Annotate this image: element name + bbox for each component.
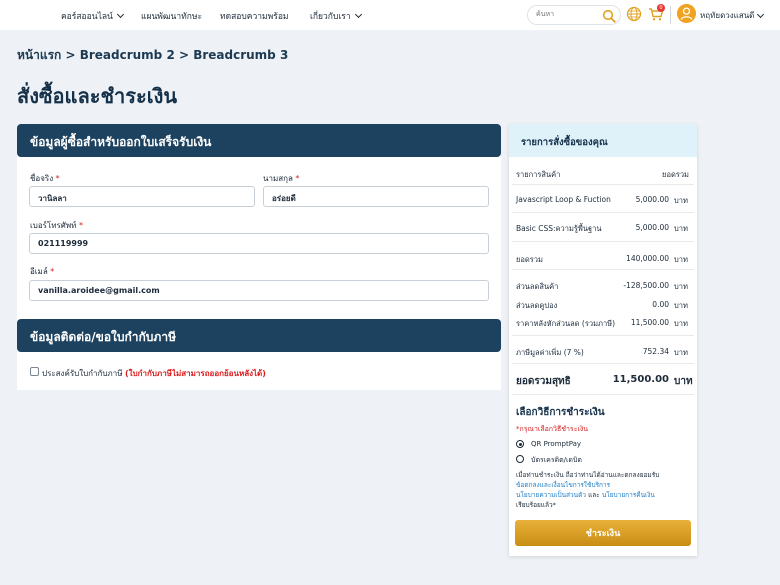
- nav-item-skill-plan[interactable]: แผนพัฒนาทักษะ: [141, 9, 202, 23]
- tax-invoice-label-text: ประสงค์รับใบกำกับภาษี: [42, 369, 123, 378]
- required-mark: *: [78, 221, 83, 230]
- search-input[interactable]: [536, 10, 596, 18]
- order-item-amount: 5,000.00: [635, 195, 669, 204]
- column-header-total: ยอดรวม: [662, 170, 689, 179]
- divider: [512, 241, 694, 242]
- tax-section-title: ข้อมูลติดต่อ/ขอใบกำกับภาษี: [30, 330, 176, 344]
- last-name-label: นามสกุล *: [263, 172, 299, 185]
- payment-method-title: เลือกวิธีการชำระเงิน: [516, 407, 605, 418]
- after-discount-value: 11,500.00: [630, 318, 669, 327]
- coupon-discount-label: ส่วนลดคูปอง: [516, 301, 558, 310]
- vat-value: 752.34: [642, 347, 669, 356]
- currency-unit: บาท: [674, 255, 688, 264]
- email-label: อีเมล์ *: [30, 265, 54, 278]
- phone-field[interactable]: 021119999: [29, 233, 489, 254]
- phone-label-text: เบอร์โทรศัพท์: [30, 221, 77, 230]
- nav-item-courses[interactable]: คอร์สออนไลน์: [61, 9, 124, 23]
- cart-badge: 0: [657, 4, 665, 12]
- coupon-discount-value: 0.00: [652, 300, 669, 309]
- product-discount-label: ส่วนลดสินค้า: [516, 282, 559, 291]
- email-field[interactable]: vanilla.aroidee@gmail.com: [29, 280, 489, 301]
- nav-item-label: เกี่ยวกับเรา: [310, 12, 351, 22]
- nav-item-readiness-test[interactable]: ทดสอบความพร้อม: [220, 9, 289, 23]
- breadcrumb[interactable]: หน้าแรก > Breadcrumb 2 > Breadcrumb 3: [17, 46, 288, 65]
- terms-of-service-link[interactable]: ข้อตกลงและเงื่อนไขการใช้บริการ: [516, 481, 610, 489]
- order-summary-title: รายการสั่งซื้อของคุณ: [521, 137, 608, 148]
- payment-terms: เมื่อท่านชำระเงิน ถือว่าท่านได้อ่านและตก…: [516, 470, 694, 510]
- terms-text: และ: [588, 491, 600, 499]
- terms-text: เรียบร้อยแล้ว*: [516, 501, 556, 509]
- divider: [512, 335, 694, 336]
- payment-method-hint: *กรุณาเลือกวิธีชำระเงิน: [516, 425, 589, 433]
- nav-divider: [670, 6, 671, 24]
- tax-section-header: ข้อมูลติดต่อ/ขอใบกำกับภาษี: [17, 319, 501, 352]
- terms-text: เมื่อท่านชำระเงิน ถือว่าท่านได้อ่านและตก…: [516, 471, 660, 479]
- payment-option-qr-radio[interactable]: [516, 440, 524, 448]
- product-discount-value: -128,500.00: [623, 281, 669, 290]
- order-item-amount: 5,000.00: [635, 223, 669, 232]
- column-header-item: รายการสินค้า: [516, 170, 561, 179]
- required-mark: *: [55, 174, 60, 183]
- net-total-label: ยอดรวมสุทธิ: [516, 376, 571, 387]
- privacy-policy-link[interactable]: นโยบายความเป็นส่วนตัว: [516, 491, 586, 499]
- billing-section-title: ข้อมูลผู้ซื้อสำหรับออกใบเสร็จรับเงิน: [30, 135, 212, 149]
- chevron-down-icon: [757, 10, 765, 18]
- divider: [512, 184, 694, 185]
- last-name-label-text: นามสกุล: [263, 174, 293, 183]
- order-summary-header: รายการสั่งซื้อของคุณ: [509, 124, 697, 157]
- first-name-label-text: ชื่อจริง: [30, 174, 54, 183]
- payment-option-card-radio[interactable]: [516, 455, 524, 463]
- subtotal-value: 140,000.00: [626, 254, 669, 263]
- currency-unit: บาท: [674, 282, 688, 291]
- required-mark: *: [295, 174, 300, 183]
- divider: [512, 394, 694, 395]
- nav-item-label: คอร์สออนไลน์: [61, 12, 113, 22]
- subtotal-label: ยอดรวม: [516, 255, 543, 264]
- globe-icon[interactable]: [626, 6, 642, 22]
- refund-policy-link[interactable]: นโยบายการคืนเงิน: [602, 491, 655, 499]
- chevron-down-icon: [116, 10, 124, 19]
- first-name-label: ชื่อจริง *: [30, 172, 60, 185]
- first-name-field[interactable]: วานิลลา: [29, 186, 255, 207]
- currency-unit: บาท: [674, 196, 688, 205]
- net-total-value: 11,500.00: [612, 374, 669, 385]
- last-name-field[interactable]: อร่อยดี: [263, 186, 489, 207]
- currency-unit: บาท: [674, 348, 688, 357]
- tax-invoice-checkbox[interactable]: [30, 367, 39, 376]
- divider: [512, 212, 694, 213]
- billing-section-header: ข้อมูลผู้ซื้อสำหรับออกใบเสร็จรับเงิน: [17, 124, 501, 157]
- user-menu[interactable]: หฤทัยดวงแสนดี: [700, 9, 765, 22]
- tax-invoice-warning: (ใบกำกับภาษีไม่สามารถออกย้อนหลังได้): [125, 369, 266, 378]
- email-label-text: อีเมล์: [30, 267, 48, 276]
- tax-invoice-checkbox-label[interactable]: ประสงค์รับใบกำกับภาษี (ใบกำกับภาษีไม่สาม…: [42, 367, 266, 380]
- nav-item-label: แผนพัฒนาทักษะ: [141, 12, 203, 22]
- currency-unit: บาท: [674, 376, 693, 387]
- phone-label: เบอร์โทรศัพท์ *: [30, 219, 83, 232]
- required-mark: *: [50, 267, 55, 276]
- avatar[interactable]: [677, 4, 696, 23]
- nav-item-label: ทดสอบความพร้อม: [220, 12, 289, 22]
- divider: [512, 363, 694, 364]
- user-name-label: หฤทัยดวงแสนดี: [700, 11, 755, 20]
- top-navbar: คอร์สออนไลน์ แผนพัฒนาทักษะ ทดสอบความพร้อ…: [0, 0, 780, 30]
- nav-item-about[interactable]: เกี่ยวกับเรา: [310, 9, 362, 23]
- page-title: สั่งซื้อและชำระเงิน: [17, 84, 178, 108]
- pay-button[interactable]: ชำระเงิน: [515, 520, 691, 546]
- payment-option-qr-label[interactable]: QR PromptPay: [531, 440, 581, 448]
- chevron-down-icon: [354, 10, 362, 19]
- search-box: [527, 5, 621, 25]
- search-icon[interactable]: [602, 9, 616, 23]
- currency-unit: บาท: [674, 224, 688, 233]
- divider: [512, 269, 694, 270]
- payment-option-card-label[interactable]: บัตรเครดิต/เดบิต: [531, 455, 582, 466]
- currency-unit: บาท: [674, 301, 688, 310]
- currency-unit: บาท: [674, 319, 688, 328]
